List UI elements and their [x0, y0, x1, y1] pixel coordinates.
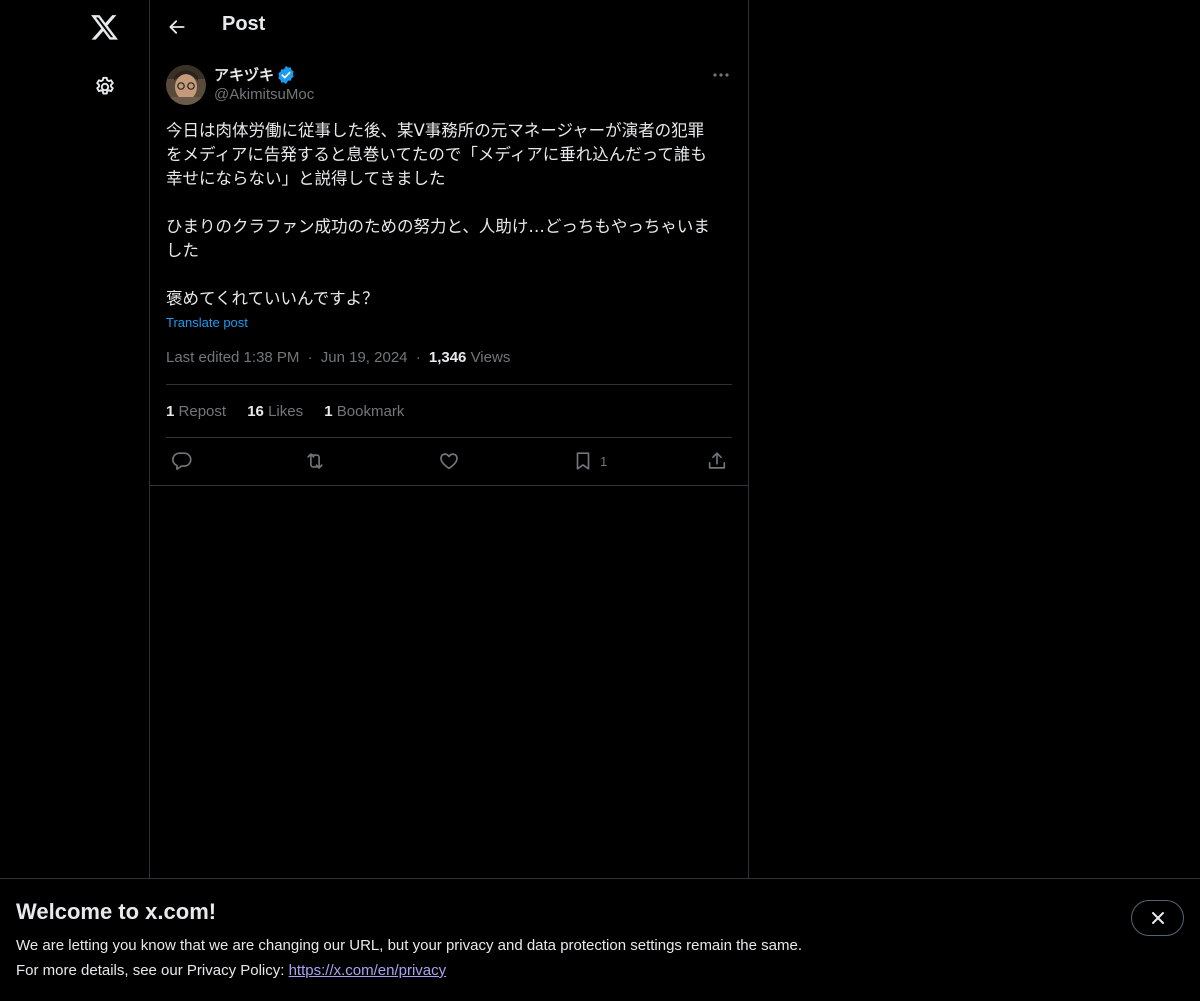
banner-privacy-prefix: For more details, see our Privacy Policy…	[16, 962, 289, 979]
banner-privacy-line: For more details, see our Privacy Policy…	[16, 962, 446, 979]
post-text: 今日は肉体労働に従事した後、某V事務所の元マネージャーが演者の犯罪 をメディアに…	[166, 119, 732, 311]
repost-button[interactable]	[303, 449, 327, 473]
reposts-count: 1	[166, 403, 175, 420]
author-name[interactable]: アキヅキ	[214, 64, 274, 85]
post-text-line: ひまりのクラファン成功のための努力と、人助け…どっちもやっちゃいま	[166, 217, 710, 236]
bookmark-button[interactable]: 1	[572, 449, 607, 473]
post-text-line: 褒めてくれていいんですよ？	[166, 289, 379, 308]
more-options-button[interactable]	[706, 64, 736, 86]
edited-time[interactable]: Last edited 1:38 PM	[166, 349, 299, 366]
close-icon	[1151, 912, 1164, 924]
privacy-policy-link[interactable]: https://x.com/en/privacy	[289, 962, 447, 979]
settings-button[interactable]	[81, 63, 129, 111]
reposts-label: Repost	[178, 403, 227, 420]
page-title: Post	[222, 13, 266, 35]
post-text-line: 今日は肉体労働に従事した後、某V事務所の元マネージャーが演者の犯罪	[166, 121, 705, 140]
post-text-line: をメディアに告発すると息巻いてたので「メディアに垂れ込んだって誰も	[166, 145, 707, 164]
arrow-left-icon	[169, 20, 185, 34]
more-horizontal-icon	[713, 73, 729, 77]
avatar-image	[166, 65, 206, 105]
bookmark-icon	[576, 452, 590, 470]
verified-badge-icon	[278, 66, 294, 84]
main-column: Post アキヅキ @AkimitsuMoc 今日は肉体労働に従事した後、某V事…	[149, 0, 749, 1000]
x-logo-icon	[91, 15, 119, 40]
bookmark-action-count: 1	[600, 453, 608, 469]
like-button[interactable]	[438, 449, 460, 473]
author-handle[interactable]: @AkimitsuMoc	[214, 86, 314, 103]
close-banner-button[interactable]	[1131, 900, 1184, 936]
banner-message: We are letting you know that we are chan…	[16, 937, 802, 954]
share-icon	[708, 452, 726, 469]
bookmarks-stat[interactable]: 1 Bookmark	[324, 403, 404, 420]
likes-label: Likes	[268, 403, 304, 420]
post-meta: Last edited 1:38 PM · Jun 19, 2024 · 1,3…	[166, 349, 510, 366]
welcome-banner: Welcome to x.com! We are letting you kno…	[0, 878, 1200, 1001]
banner-title: Welcome to x.com!	[16, 899, 217, 924]
divider	[166, 437, 732, 438]
action-bar: 1	[166, 449, 732, 473]
reposts-stat[interactable]: 1 Repost	[166, 403, 226, 420]
post-text-line: した	[166, 241, 199, 260]
post-date[interactable]: Jun 19, 2024	[321, 349, 408, 366]
bookmarks-label: Bookmark	[336, 403, 405, 420]
page-header: Post	[150, 0, 748, 53]
left-navigation	[0, 0, 149, 1000]
back-button[interactable]	[160, 10, 194, 44]
post-text-line: 幸せにならない」と説得してきました	[166, 169, 446, 188]
likes-count: 16	[247, 403, 264, 420]
bookmarks-count: 1	[324, 403, 333, 420]
reply-icon	[172, 452, 192, 471]
views-label: Views	[470, 349, 511, 366]
reply-button[interactable]	[171, 449, 193, 473]
meta-separator: ·	[415, 349, 421, 366]
engagement-stats: 1 Repost 16 Likes 1 Bookmark	[166, 403, 421, 420]
translate-post-link[interactable]: Translate post	[166, 315, 248, 330]
likes-stat[interactable]: 16 Likes	[247, 403, 303, 420]
avatar[interactable]	[166, 65, 206, 105]
meta-separator: ·	[307, 349, 313, 366]
views-count: 1,346	[428, 349, 467, 366]
heart-icon	[440, 453, 458, 470]
divider	[166, 384, 732, 385]
repost-icon	[307, 453, 323, 469]
x-logo-link[interactable]	[81, 4, 129, 52]
gear-icon	[96, 76, 114, 95]
share-button[interactable]	[706, 449, 728, 473]
post-bottom-divider	[150, 485, 748, 486]
